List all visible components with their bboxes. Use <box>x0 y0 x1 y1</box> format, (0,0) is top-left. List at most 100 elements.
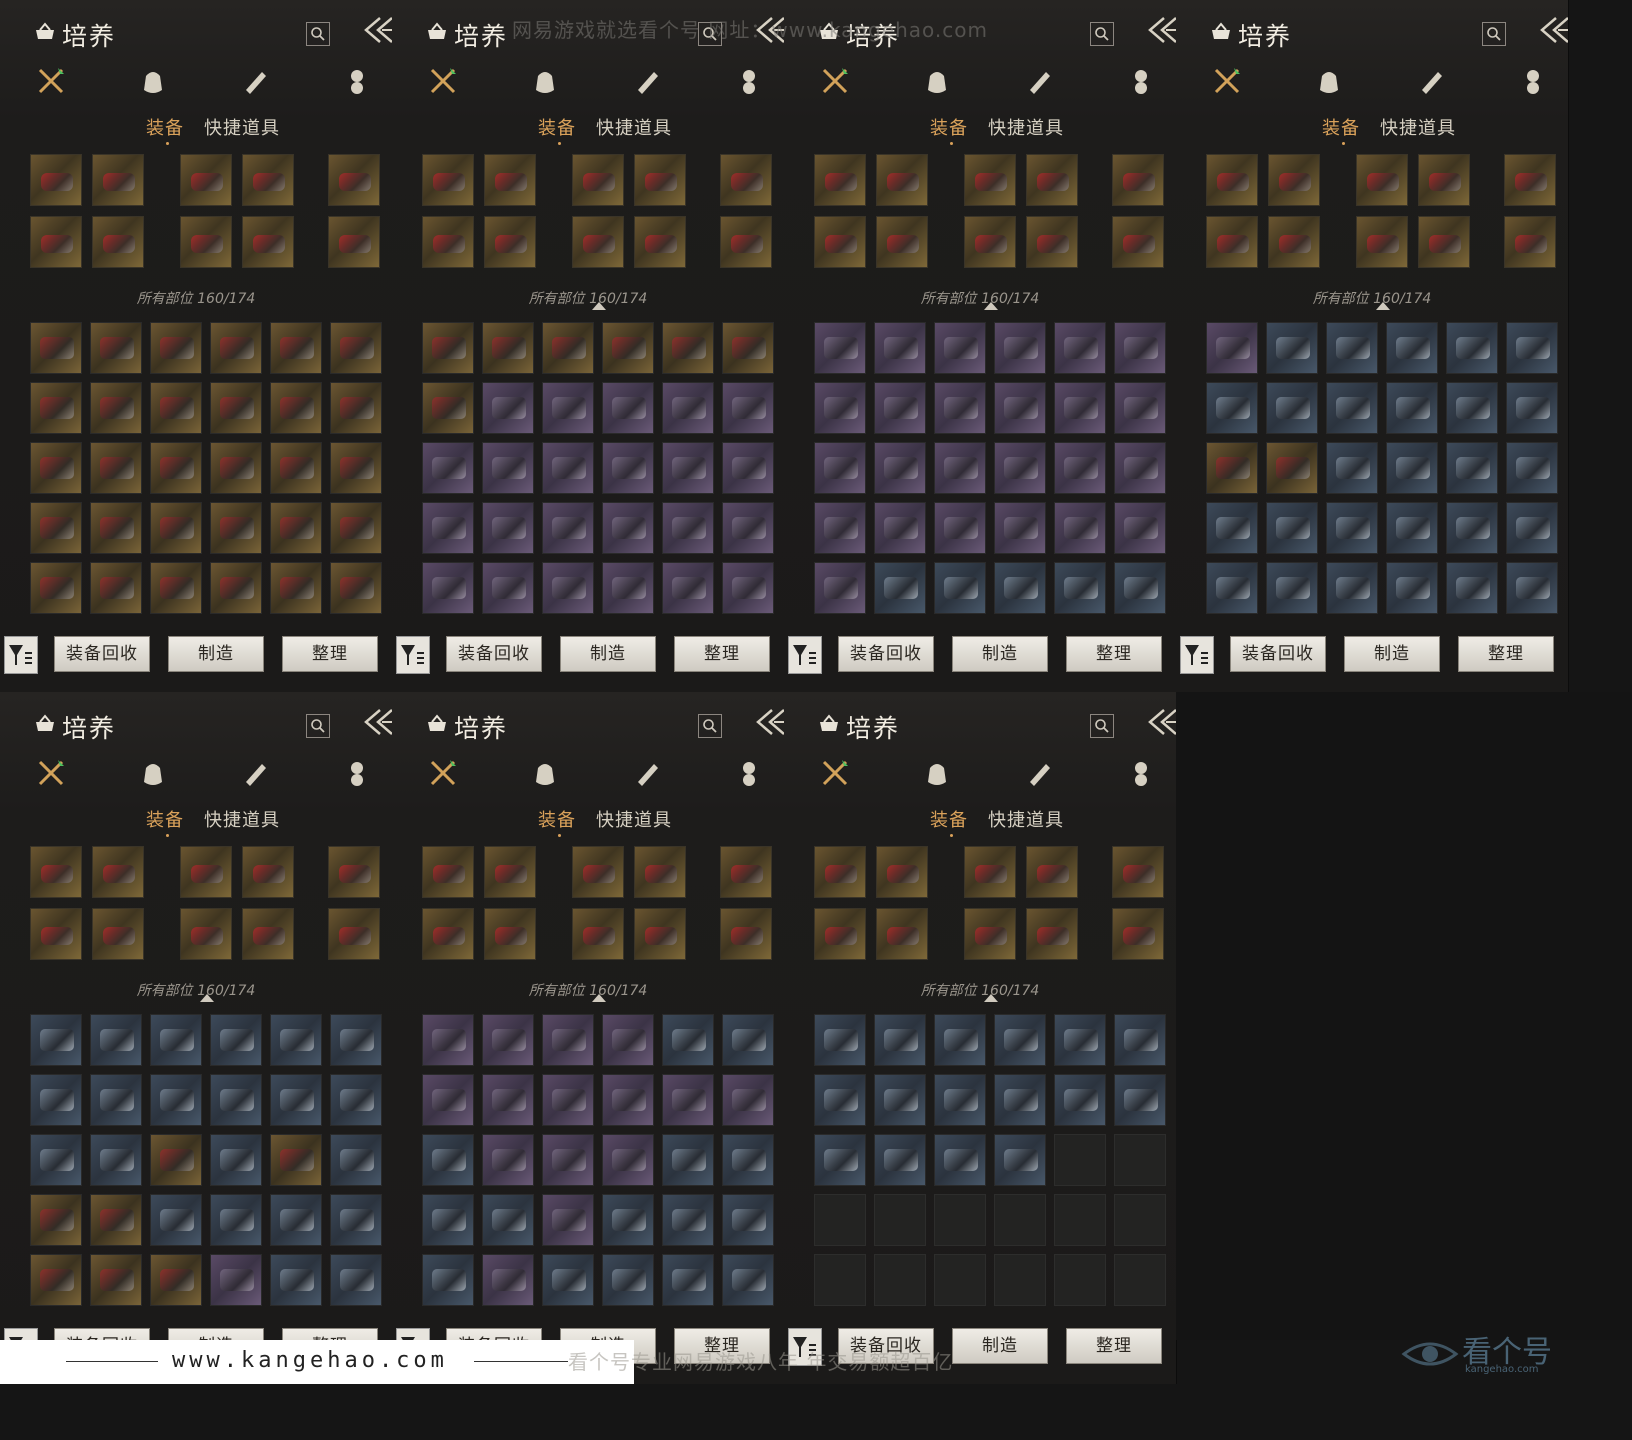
inventory-item[interactable] <box>482 442 534 494</box>
equipped-slot[interactable] <box>30 908 82 960</box>
inventory-item[interactable] <box>814 1074 866 1126</box>
inventory-item[interactable] <box>422 1194 474 1246</box>
inventory-item[interactable] <box>90 1134 142 1186</box>
crossed-swords-icon[interactable] <box>820 66 856 102</box>
inventory-item[interactable] <box>814 442 866 494</box>
inventory-item[interactable] <box>1054 1014 1106 1066</box>
scroll-icon[interactable] <box>1024 758 1060 794</box>
inventory-item[interactable] <box>30 1194 82 1246</box>
recycle-equipment-button[interactable]: 装备回收 <box>838 636 934 672</box>
inventory-item[interactable] <box>330 1014 382 1066</box>
equipped-slot[interactable] <box>328 216 380 268</box>
inventory-item[interactable] <box>90 1074 142 1126</box>
pouch-icon[interactable] <box>138 758 174 794</box>
inventory-item[interactable] <box>210 1014 262 1066</box>
inventory-item[interactable] <box>330 1194 382 1246</box>
inventory-item[interactable] <box>994 562 1046 614</box>
equipped-slot[interactable] <box>422 216 474 268</box>
scroll-icon[interactable] <box>1024 66 1060 102</box>
equipped-slot[interactable] <box>92 216 144 268</box>
tab-equipment[interactable]: 装备 <box>930 114 968 140</box>
inventory-item[interactable] <box>934 442 986 494</box>
equipped-slot[interactable] <box>180 216 232 268</box>
tab-equipment[interactable]: 装备 <box>146 114 184 140</box>
inventory-item[interactable] <box>1206 502 1258 554</box>
sort-button[interactable]: 整理 <box>1066 1328 1162 1364</box>
inventory-item[interactable] <box>482 1254 534 1306</box>
equipped-slot[interactable] <box>484 846 536 898</box>
empty-slot[interactable] <box>1114 1194 1166 1246</box>
inventory-item[interactable] <box>482 1134 534 1186</box>
inventory-item[interactable] <box>1206 442 1258 494</box>
inventory-item[interactable] <box>1386 502 1438 554</box>
inventory-item[interactable] <box>422 1014 474 1066</box>
inventory-item[interactable] <box>1206 562 1258 614</box>
inventory-item[interactable] <box>662 1134 714 1186</box>
inventory-item[interactable] <box>210 1194 262 1246</box>
inventory-item[interactable] <box>330 502 382 554</box>
inventory-item[interactable] <box>814 322 866 374</box>
filter-button[interactable] <box>396 636 430 674</box>
inventory-item[interactable] <box>1054 322 1106 374</box>
equipped-slot[interactable] <box>422 908 474 960</box>
inventory-item[interactable] <box>270 322 322 374</box>
equipped-slot[interactable] <box>964 216 1016 268</box>
inventory-item[interactable] <box>330 1074 382 1126</box>
sort-button[interactable]: 整理 <box>1458 636 1554 672</box>
inventory-item[interactable] <box>662 1074 714 1126</box>
sort-button[interactable]: 整理 <box>1066 636 1162 672</box>
inventory-item[interactable] <box>1326 562 1378 614</box>
inventory-item[interactable] <box>330 1134 382 1186</box>
equipped-slot[interactable] <box>180 846 232 898</box>
equipped-slot[interactable] <box>814 216 866 268</box>
inventory-item[interactable] <box>602 1134 654 1186</box>
inventory-item[interactable] <box>210 562 262 614</box>
inventory-item[interactable] <box>602 1014 654 1066</box>
equipped-slot[interactable] <box>484 216 536 268</box>
inventory-item[interactable] <box>1114 1074 1166 1126</box>
search-button[interactable] <box>1090 22 1114 46</box>
recycle-equipment-button[interactable]: 装备回收 <box>446 636 542 672</box>
inventory-item[interactable] <box>1446 502 1498 554</box>
inventory-item[interactable] <box>602 382 654 434</box>
inventory-item[interactable] <box>934 1074 986 1126</box>
tab-quick-items[interactable]: 快捷道具 <box>1380 114 1456 140</box>
empty-slot[interactable] <box>934 1194 986 1246</box>
inventory-item[interactable] <box>1114 1014 1166 1066</box>
inventory-item[interactable] <box>814 1014 866 1066</box>
inventory-item[interactable] <box>422 1254 474 1306</box>
inventory-item[interactable] <box>1266 502 1318 554</box>
inventory-item[interactable] <box>874 322 926 374</box>
equipped-slot[interactable] <box>1112 908 1164 960</box>
equipped-slot[interactable] <box>1356 154 1408 206</box>
equipped-slot[interactable] <box>814 908 866 960</box>
back-arrow-icon[interactable] <box>754 706 785 738</box>
equipped-slot[interactable] <box>242 846 294 898</box>
inventory-item[interactable] <box>994 1014 1046 1066</box>
recycle-equipment-button[interactable]: 装备回收 <box>1230 636 1326 672</box>
inventory-item[interactable] <box>90 1254 142 1306</box>
equipped-slot[interactable] <box>1418 154 1470 206</box>
inventory-item[interactable] <box>1446 442 1498 494</box>
tab-equipment[interactable]: 装备 <box>146 806 184 832</box>
equipped-slot[interactable] <box>720 216 772 268</box>
equipped-slot[interactable] <box>720 154 772 206</box>
inventory-item[interactable] <box>602 1254 654 1306</box>
inventory-item[interactable] <box>1054 382 1106 434</box>
crossed-swords-icon[interactable] <box>820 758 856 794</box>
inventory-item[interactable] <box>90 1014 142 1066</box>
inventory-item[interactable] <box>1206 322 1258 374</box>
tab-quick-items[interactable]: 快捷道具 <box>204 114 280 140</box>
inventory-item[interactable] <box>874 382 926 434</box>
pouch-icon[interactable] <box>922 66 958 102</box>
inventory-item[interactable] <box>662 442 714 494</box>
inventory-item[interactable] <box>30 382 82 434</box>
inventory-item[interactable] <box>934 562 986 614</box>
inventory-item[interactable] <box>934 502 986 554</box>
inventory-item[interactable] <box>270 442 322 494</box>
inventory-item[interactable] <box>150 442 202 494</box>
inventory-item[interactable] <box>542 1134 594 1186</box>
equipped-slot[interactable] <box>876 846 928 898</box>
empty-slot[interactable] <box>994 1194 1046 1246</box>
equipped-slot[interactable] <box>1504 216 1556 268</box>
